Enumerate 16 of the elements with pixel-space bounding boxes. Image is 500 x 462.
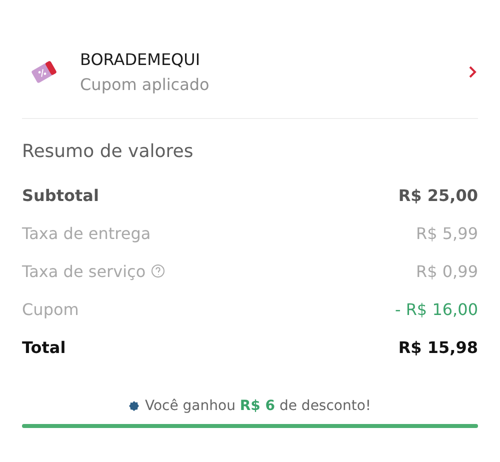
- row-label: Taxa de serviço: [22, 262, 146, 280]
- row-label: Cupom: [22, 300, 79, 318]
- row-value: R$ 15,98: [398, 338, 478, 356]
- row-value: R$ 0,99: [416, 262, 478, 280]
- row-value: R$ 25,00: [398, 186, 478, 204]
- coupon-code: BORADEMEQUI: [80, 50, 202, 69]
- coupon-status: Cupom aplicado: [80, 75, 210, 94]
- savings-message: Você ganhou R$ 6 de desconto!: [144, 398, 372, 414]
- row-value: - R$ 16,00: [394, 300, 478, 318]
- row-value: R$ 5,99: [416, 224, 478, 242]
- section-title: Resumo de valores: [22, 141, 194, 162]
- row-label: Subtotal: [22, 186, 99, 204]
- row-label: Taxa de entrega: [22, 224, 151, 242]
- badge-icon: [128, 401, 139, 411]
- row-label: Total: [22, 338, 66, 356]
- chevron-right-icon[interactable]: [468, 65, 478, 79]
